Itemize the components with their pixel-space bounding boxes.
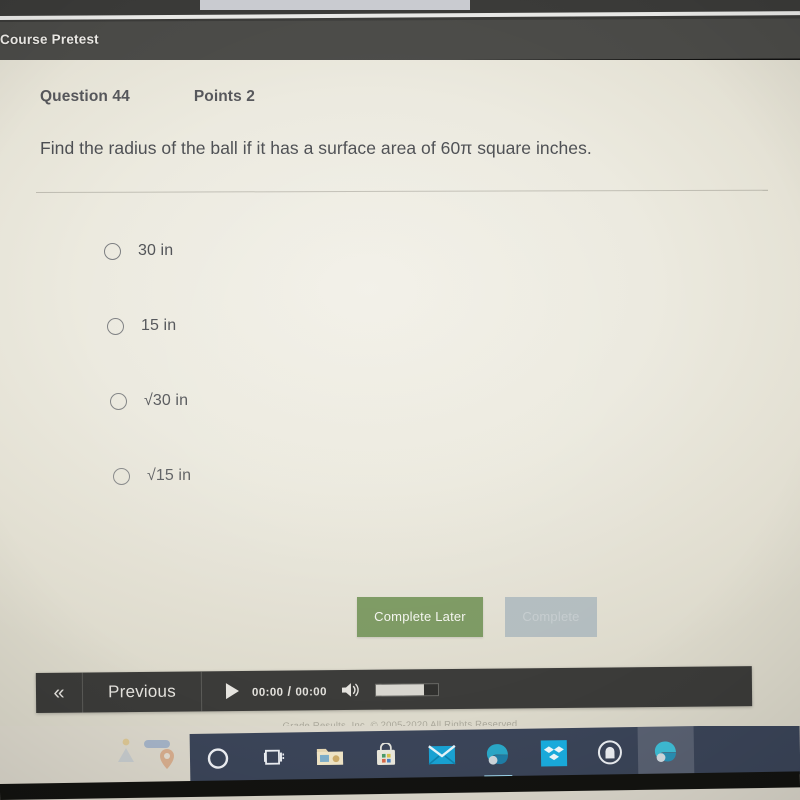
answer-option-1[interactable]: 30 in [104, 238, 524, 264]
previous-chevrons-button[interactable]: « [35, 672, 84, 713]
answer-option-label: 15 in [141, 317, 177, 334]
edge-icon [654, 741, 676, 763]
time-separator: / [287, 683, 292, 699]
answer-option-2[interactable]: 15 in [107, 313, 524, 339]
section-divider [35, 189, 768, 193]
taskbar-item-file-explorer[interactable] [302, 731, 359, 782]
course-title: Course Pretest [0, 31, 99, 47]
audio-time-display: 00:00/00:00 [251, 683, 327, 699]
player-nav-bar: « Previous 00:00/00:00 [35, 666, 753, 713]
previous-button[interactable]: Previous [82, 671, 203, 713]
folder-icon [316, 748, 344, 766]
taskbar-item-task-view[interactable] [246, 732, 303, 783]
speaker-icon[interactable] [340, 681, 362, 699]
radio-button-icon[interactable] [104, 242, 121, 260]
volume-slider[interactable] [374, 682, 439, 697]
dropbox-icon [540, 740, 568, 767]
envelope-icon [428, 744, 456, 765]
arch-icon [597, 740, 622, 765]
question-points: Points 2 [193, 88, 255, 105]
radio-button-icon[interactable] [110, 392, 127, 410]
audio-player: 00:00/00:00 [202, 666, 752, 711]
total-time: 00:00 [295, 685, 327, 699]
action-buttons: Complete Later Complete [357, 597, 597, 637]
current-time: 00:00 [251, 686, 284, 699]
task-view-icon [263, 749, 285, 765]
taskbar-item-microsoft-store[interactable] [358, 730, 415, 781]
quiz-page: Question 44 Points 2 Find the radius of … [0, 60, 800, 732]
taskbar-item-dropbox[interactable] [526, 728, 583, 779]
play-icon[interactable] [225, 683, 240, 700]
answer-options: 30 in 15 in √30 in √15 in [104, 238, 524, 538]
question-meta: Question 44 Points 2 [40, 88, 255, 106]
screen-photo: Course Pretest Question 44 Points 2 Find… [0, 0, 800, 800]
answer-option-4[interactable]: √15 in [113, 463, 524, 489]
question-number: Question 44 [40, 88, 130, 105]
store-bag-icon [376, 742, 396, 766]
volume-slider-fill [375, 683, 425, 696]
app-header-bar: Course Pretest [0, 18, 800, 62]
taskbar-item-app-arch[interactable] [582, 727, 639, 778]
taskbar-item-cortana[interactable] [190, 733, 247, 784]
complete-button: Complete [505, 597, 597, 637]
answer-option-label: 30 in [138, 242, 174, 259]
taskbar-item-edge[interactable] [470, 729, 527, 780]
edge-icon [486, 744, 508, 765]
question-text: Find the radius of the ball if it has a … [40, 138, 592, 158]
complete-later-button[interactable]: Complete Later [357, 597, 483, 637]
bezel-light-strip [200, 0, 470, 10]
desktop-area [0, 726, 800, 800]
answer-option-label: √15 in [147, 467, 192, 484]
radio-button-icon[interactable] [107, 317, 124, 335]
taskbar-item-edge-active[interactable] [637, 726, 695, 777]
circle-icon [207, 748, 229, 769]
answer-option-3[interactable]: √30 in [110, 388, 524, 414]
taskbar-item-mail[interactable] [414, 730, 471, 781]
radio-button-icon[interactable] [113, 467, 130, 485]
answer-option-label: √30 in [144, 392, 189, 409]
